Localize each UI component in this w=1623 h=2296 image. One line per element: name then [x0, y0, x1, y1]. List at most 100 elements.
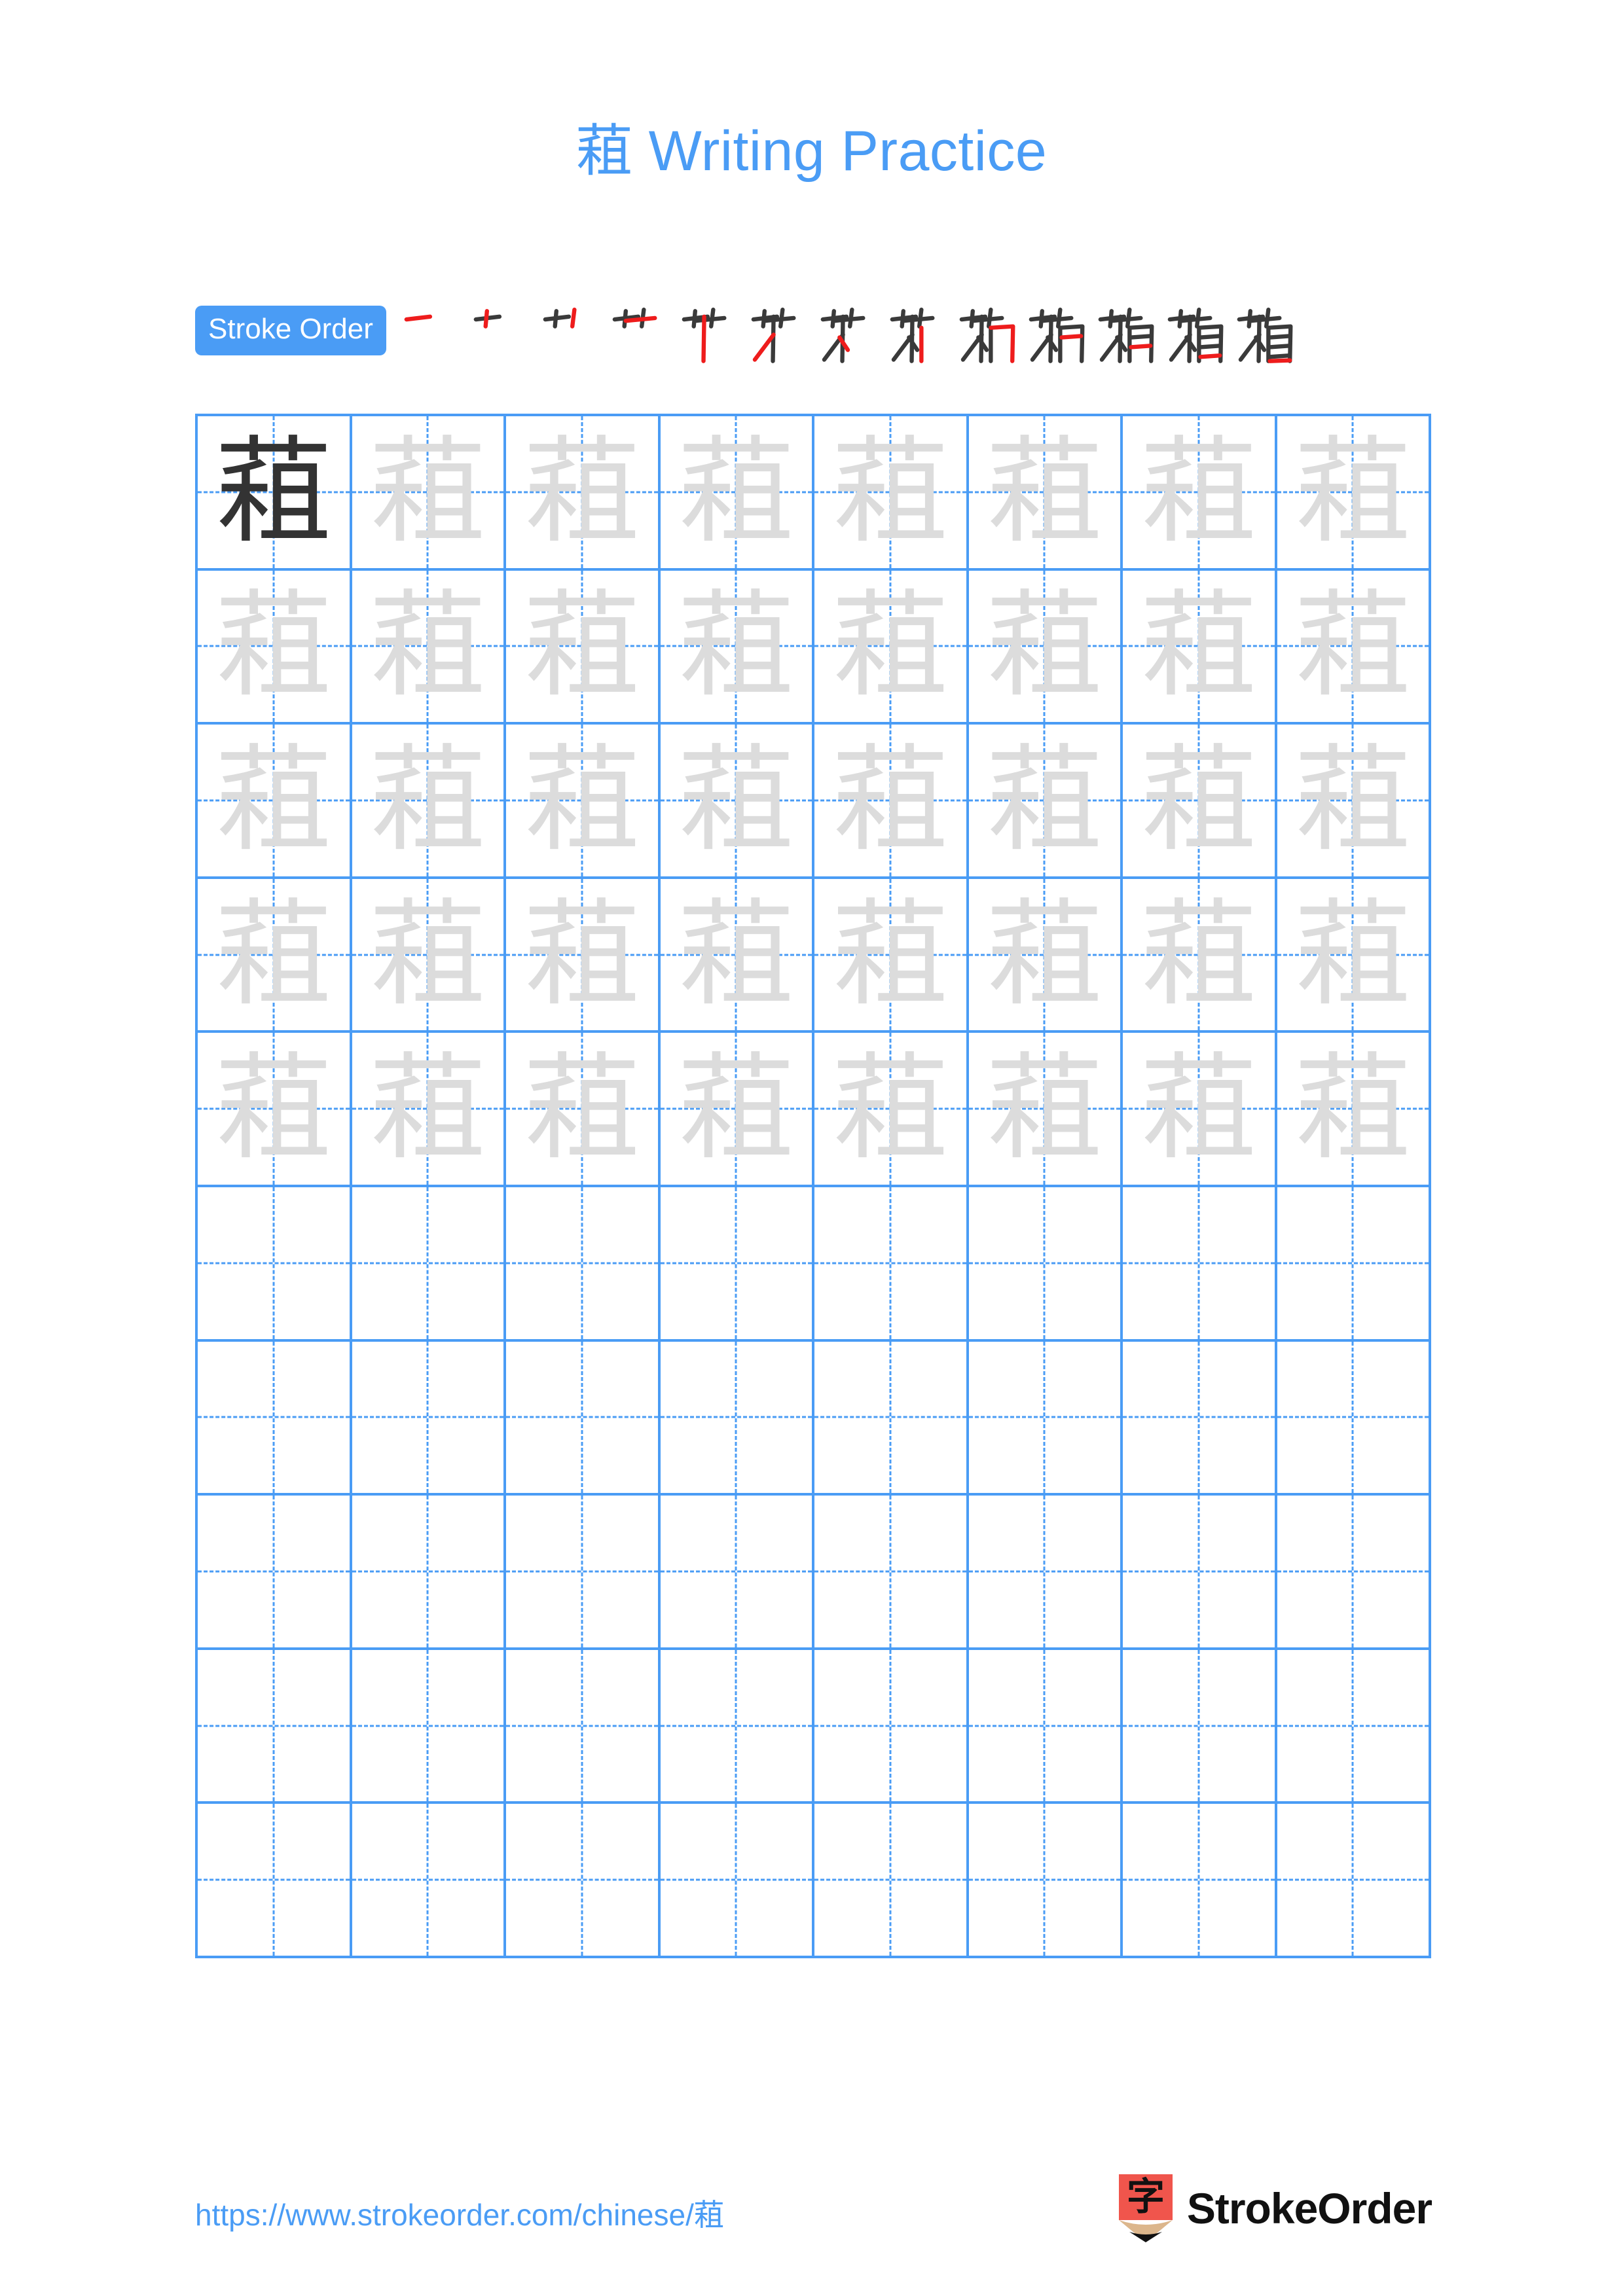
practice-cell-r5-c5[interactable]: 蒩 — [814, 1033, 969, 1187]
practice-cell-r4-c6[interactable]: 蒩 — [968, 878, 1123, 1033]
practice-cell-r1-c7[interactable]: 蒩 — [1123, 416, 1277, 571]
stroke-step-10 — [1021, 296, 1091, 365]
trace-character: 蒩 — [987, 732, 1103, 867]
practice-cell-r10-c7[interactable] — [1123, 1804, 1277, 1958]
practice-cell-r10-c5[interactable] — [814, 1804, 969, 1958]
practice-cell-r7-c3[interactable] — [506, 1341, 661, 1496]
practice-cell-r1-c4[interactable]: 蒩 — [660, 416, 814, 571]
practice-cell-r7-c5[interactable] — [814, 1341, 969, 1496]
practice-cell-r2-c2[interactable]: 蒩 — [352, 570, 506, 725]
practice-cell-r5-c8[interactable]: 蒩 — [1277, 1033, 1431, 1187]
practice-cell-r1-c6[interactable]: 蒩 — [968, 416, 1123, 571]
practice-cell-r8-c3[interactable] — [506, 1496, 661, 1650]
stroke-step-6 — [744, 296, 813, 365]
trace-character: 蒩 — [215, 579, 331, 713]
practice-cell-r9-c6[interactable] — [968, 1649, 1123, 1804]
practice-cell-r2-c6[interactable]: 蒩 — [968, 570, 1123, 725]
practice-cell-r4-c5[interactable]: 蒩 — [814, 878, 969, 1033]
practice-cell-r10-c4[interactable] — [660, 1804, 814, 1958]
practice-cell-r4-c4[interactable]: 蒩 — [660, 878, 814, 1033]
practice-cell-r6-c7[interactable] — [1123, 1187, 1277, 1342]
practice-cell-r5-c7[interactable]: 蒩 — [1123, 1033, 1277, 1187]
practice-cell-r8-c4[interactable] — [660, 1496, 814, 1650]
practice-cell-r6-c8[interactable] — [1277, 1187, 1431, 1342]
stroke-order-badge: Stroke Order — [195, 306, 386, 355]
practice-cell-r3-c1[interactable]: 蒩 — [198, 725, 352, 879]
practice-cell-r2-c7[interactable]: 蒩 — [1123, 570, 1277, 725]
practice-cell-r2-c4[interactable]: 蒩 — [660, 570, 814, 725]
practice-cell-r2-c3[interactable]: 蒩 — [506, 570, 661, 725]
practice-cell-r5-c4[interactable]: 蒩 — [660, 1033, 814, 1187]
practice-cell-r9-c5[interactable] — [814, 1649, 969, 1804]
practice-cell-r10-c6[interactable] — [968, 1804, 1123, 1958]
practice-cell-r7-c2[interactable] — [352, 1341, 506, 1496]
practice-cell-r6-c6[interactable] — [968, 1187, 1123, 1342]
practice-cell-r8-c2[interactable] — [352, 1496, 506, 1650]
stroke-step-4 — [605, 296, 674, 365]
trace-character: 蒩 — [524, 887, 640, 1022]
practice-cell-r3-c6[interactable]: 蒩 — [968, 725, 1123, 879]
practice-cell-r7-c8[interactable] — [1277, 1341, 1431, 1496]
practice-cell-r10-c3[interactable] — [506, 1804, 661, 1958]
practice-cell-r1-c5[interactable]: 蒩 — [814, 416, 969, 571]
trace-character: 蒩 — [1140, 887, 1256, 1022]
practice-cell-r9-c8[interactable] — [1277, 1649, 1431, 1804]
source-url-link[interactable]: https://www.strokeorder.com/chinese/蒩 — [195, 2191, 724, 2234]
practice-cell-r8-c1[interactable] — [198, 1496, 352, 1650]
practice-cell-r4-c1[interactable]: 蒩 — [198, 878, 352, 1033]
practice-cell-r1-c1[interactable]: 蒩 — [198, 416, 352, 571]
practice-cell-r6-c5[interactable] — [814, 1187, 969, 1342]
practice-cell-r3-c2[interactable]: 蒩 — [352, 725, 506, 879]
practice-cell-r6-c4[interactable] — [660, 1187, 814, 1342]
practice-cell-r6-c2[interactable] — [352, 1187, 506, 1342]
trace-character: 蒩 — [370, 1041, 486, 1176]
practice-cell-r2-c1[interactable]: 蒩 — [198, 570, 352, 725]
practice-cell-r9-c2[interactable] — [352, 1649, 506, 1804]
practice-cell-r9-c4[interactable] — [660, 1649, 814, 1804]
practice-cell-r1-c3[interactable]: 蒩 — [506, 416, 661, 571]
practice-cell-r8-c7[interactable] — [1123, 1496, 1277, 1650]
practice-cell-r1-c2[interactable]: 蒩 — [352, 416, 506, 571]
practice-cell-r7-c7[interactable] — [1123, 1341, 1277, 1496]
trace-character: 蒩 — [832, 732, 948, 867]
trace-character: 蒩 — [1140, 1041, 1256, 1176]
trace-character: 蒩 — [1295, 579, 1411, 713]
practice-cell-r4-c7[interactable]: 蒩 — [1123, 878, 1277, 1033]
practice-cell-r4-c8[interactable]: 蒩 — [1277, 878, 1431, 1033]
practice-cell-r8-c6[interactable] — [968, 1496, 1123, 1650]
practice-cell-r9-c7[interactable] — [1123, 1649, 1277, 1804]
practice-cell-r2-c5[interactable]: 蒩 — [814, 570, 969, 725]
practice-cell-r3-c7[interactable]: 蒩 — [1123, 725, 1277, 879]
trace-character: 蒩 — [215, 732, 331, 867]
practice-cell-r7-c6[interactable] — [968, 1341, 1123, 1496]
practice-cell-r9-c1[interactable] — [198, 1649, 352, 1804]
practice-cell-r3-c4[interactable]: 蒩 — [660, 725, 814, 879]
trace-character: 蒩 — [524, 1041, 640, 1176]
trace-character: 蒩 — [524, 732, 640, 867]
practice-cell-r8-c8[interactable] — [1277, 1496, 1431, 1650]
practice-cell-r9-c3[interactable] — [506, 1649, 661, 1804]
practice-cell-r5-c6[interactable]: 蒩 — [968, 1033, 1123, 1187]
trace-character: 蒩 — [987, 887, 1103, 1022]
practice-cell-r5-c2[interactable]: 蒩 — [352, 1033, 506, 1187]
practice-cell-r8-c5[interactable] — [814, 1496, 969, 1650]
practice-cell-r5-c3[interactable]: 蒩 — [506, 1033, 661, 1187]
practice-cell-r6-c3[interactable] — [506, 1187, 661, 1342]
practice-cell-r3-c8[interactable]: 蒩 — [1277, 725, 1431, 879]
practice-cell-r1-c8[interactable]: 蒩 — [1277, 416, 1431, 571]
trace-character: 蒩 — [215, 1041, 331, 1176]
practice-cell-r10-c2[interactable] — [352, 1804, 506, 1958]
practice-cell-r5-c1[interactable]: 蒩 — [198, 1033, 352, 1187]
stroke-order-steps — [397, 296, 1432, 365]
practice-cell-r6-c1[interactable] — [198, 1187, 352, 1342]
practice-cell-r10-c1[interactable] — [198, 1804, 352, 1958]
practice-cell-r3-c5[interactable]: 蒩 — [814, 725, 969, 879]
practice-cell-r4-c3[interactable]: 蒩 — [506, 878, 661, 1033]
practice-cell-r7-c4[interactable] — [660, 1341, 814, 1496]
practice-cell-r2-c8[interactable]: 蒩 — [1277, 570, 1431, 725]
practice-cell-r4-c2[interactable]: 蒩 — [352, 878, 506, 1033]
practice-cell-r7-c1[interactable] — [198, 1341, 352, 1496]
stroke-step-9 — [952, 296, 1021, 365]
practice-cell-r3-c3[interactable]: 蒩 — [506, 725, 661, 879]
practice-cell-r10-c8[interactable] — [1277, 1804, 1431, 1958]
